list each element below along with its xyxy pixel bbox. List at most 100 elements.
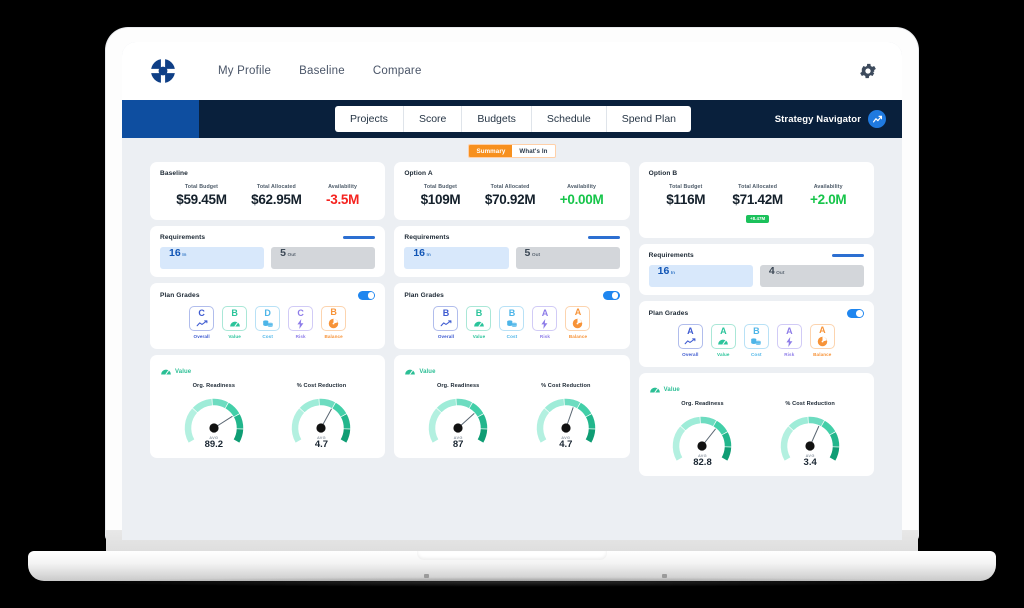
plan-grade-risk[interactable]: C Risk: [287, 306, 314, 339]
gauge-icon: [404, 363, 416, 381]
tab-budgets[interactable]: Budgets: [462, 106, 532, 132]
plan-grade-value[interactable]: A Value: [710, 324, 737, 357]
plan-grade-letter: A: [542, 309, 549, 318]
topnav-item-my-profile[interactable]: My Profile: [218, 65, 271, 77]
plan-grades-toggle[interactable]: [603, 291, 620, 300]
plan-grade-name: Cost: [262, 334, 273, 339]
requirements-out-label: Out: [532, 253, 540, 258]
card-title: Plan Grades: [404, 292, 444, 299]
card-title: Plan Grades: [160, 292, 200, 299]
plan-grades-toggle[interactable]: [847, 309, 864, 318]
plan-grade-value[interactable]: B Value: [221, 306, 248, 339]
trend-line-icon: [196, 319, 208, 328]
coins-icon: [262, 319, 274, 328]
topnav-item-baseline[interactable]: Baseline: [299, 65, 345, 77]
plan-grade-cost[interactable]: D Cost: [254, 306, 281, 339]
trend-line-icon[interactable]: [868, 110, 886, 128]
value-card-option-b: Value Org. Readiness AVG 82.8 % Cost Red…: [639, 373, 874, 476]
plan-grade-risk[interactable]: A Risk: [531, 306, 558, 339]
gauge-metric: % Cost Reduction AVG 4.7: [516, 383, 616, 450]
budget-metric: Total Allocated $71.42M +8.47M: [732, 184, 782, 225]
requirements-bar-indicator: [832, 254, 864, 257]
requirements-out[interactable]: 5 Out: [516, 247, 620, 269]
plan-grade-name: Balance: [813, 352, 831, 357]
requirements-in[interactable]: 16 In: [160, 247, 264, 269]
requirements-card-baseline: Requirements 16 In 5 Out: [150, 226, 385, 277]
tab-score[interactable]: Score: [404, 106, 462, 132]
tab-schedule[interactable]: Schedule: [532, 106, 607, 132]
plan-grade-letter: A: [786, 327, 793, 336]
segment-whats-in[interactable]: What's In: [512, 145, 554, 157]
requirements-out-count: 4: [769, 265, 775, 277]
plan-grades-header: Plan Grades: [160, 291, 375, 300]
navbar-tabs: Projects Score Budgets Schedule Spend Pl…: [335, 106, 691, 132]
tab-projects[interactable]: Projects: [335, 106, 404, 132]
plan-grade-letter: C: [297, 309, 304, 318]
plan-grade-risk[interactable]: A Risk: [776, 324, 803, 357]
plan-grade-name: Overall: [682, 352, 698, 357]
gauge-metric: % Cost Reduction AVG 3.4: [760, 401, 860, 468]
plan-grades-header: Plan Grades: [649, 309, 864, 318]
gear-icon[interactable]: [858, 61, 878, 81]
plan-grade-name: Value: [228, 334, 241, 339]
budget-metric-badge: +8.47M: [746, 215, 769, 223]
budget-metric-value: $62.95M: [251, 192, 301, 207]
plan-grade-balance[interactable]: B Balance: [320, 306, 347, 339]
requirements-in-count: 16: [169, 247, 181, 259]
requirements-out[interactable]: 4 Out: [760, 265, 864, 287]
topnav-item-compare[interactable]: Compare: [373, 65, 422, 77]
plan-grade-name: Risk: [784, 352, 794, 357]
plan-grade-overall[interactable]: C Overall: [188, 306, 215, 339]
plan-grades-toggle[interactable]: [358, 291, 375, 300]
budget-metric-label: Total Budget: [666, 184, 705, 190]
plan-grade-letter: B: [476, 309, 483, 318]
coins-icon: [506, 319, 518, 328]
column-option-b: Option B Total Budget $116M Total Alloca…: [639, 162, 874, 476]
budget-metric-value: +2.0M: [810, 192, 846, 207]
value-title: Value: [175, 369, 191, 375]
plan-grades-row: C Overall B Value D Cost C Risk: [160, 306, 375, 341]
requirements-card-option-a: Requirements 16 In 5 Out: [394, 226, 629, 277]
segment-summary[interactable]: Summary: [469, 145, 512, 157]
plan-grade-overall[interactable]: B Overall: [432, 306, 459, 339]
budget-metric-value: +0.00M: [560, 192, 604, 207]
plan-grade-cost[interactable]: B Cost: [498, 306, 525, 339]
gauge-metric: Org. Readiness AVG 87: [408, 383, 508, 450]
budget-metric-label: Total Budget: [421, 184, 461, 190]
value-gauges: Org. Readiness AVG 87 % Cost Reduction A…: [404, 383, 619, 450]
plan-grade-overall[interactable]: A Overall: [677, 324, 704, 357]
requirements-in[interactable]: 16 In: [649, 265, 753, 287]
plan-grade-value[interactable]: B Value: [465, 306, 492, 339]
plan-grade-letter: B: [330, 308, 337, 317]
plan-grade-name: Risk: [540, 334, 550, 339]
plan-grade-balance[interactable]: A Balance: [809, 324, 836, 357]
trend-line-icon: [440, 319, 452, 328]
bolt-icon: [296, 319, 305, 329]
plan-grade-name: Balance: [569, 334, 587, 339]
app-topbar: My Profile Baseline Compare: [122, 42, 902, 100]
plan-grade-letter: B: [443, 309, 450, 318]
plan-grade-balance[interactable]: A Balance: [564, 306, 591, 339]
plan-grade-letter: A: [575, 308, 582, 317]
topbar-nav: My Profile Baseline Compare: [218, 65, 422, 77]
budget-metric-label: Availability: [810, 184, 846, 190]
budget-metric-value: $59.45M: [176, 192, 226, 207]
target-logo-icon[interactable]: [146, 54, 180, 88]
requirements-out-label: Out: [776, 271, 784, 276]
requirements-in-label: In: [182, 253, 186, 258]
budget-metric: Total Budget $116M: [666, 184, 705, 225]
plan-grade-letter: B: [509, 309, 516, 318]
requirements-out[interactable]: 5 Out: [271, 247, 375, 269]
plan-grades-header: Plan Grades: [404, 291, 619, 300]
tab-spend-plan[interactable]: Spend Plan: [607, 106, 691, 132]
budget-card-baseline: Baseline Total Budget $59.45M Total Allo…: [150, 162, 385, 220]
budget-metrics-row: Total Budget $116M Total Allocated $71.4…: [649, 184, 864, 230]
plan-grade-name: Balance: [324, 334, 342, 339]
gauge-value: 4.7: [271, 439, 371, 450]
budget-metrics-row: Total Budget $59.45M Total Allocated $62…: [160, 184, 375, 212]
requirements-in[interactable]: 16 In: [404, 247, 508, 269]
budget-metric-label: Availability: [560, 184, 604, 190]
plan-grade-cost[interactable]: B Cost: [743, 324, 770, 357]
comparison-columns: Baseline Total Budget $59.45M Total Allo…: [122, 162, 902, 476]
budget-metric: Availability +0.00M: [560, 184, 604, 207]
